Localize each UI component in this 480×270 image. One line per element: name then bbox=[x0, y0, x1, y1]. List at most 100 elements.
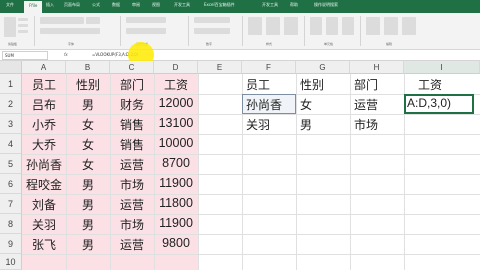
cell-c7[interactable]: 运营 bbox=[110, 196, 154, 213]
align-top-buttons[interactable] bbox=[126, 17, 166, 23]
cell-g2[interactable]: 女 bbox=[300, 96, 312, 113]
tab-file[interactable]: 文件 bbox=[6, 2, 14, 8]
cell-b6[interactable]: 男 bbox=[66, 176, 110, 193]
row-header-7[interactable]: 7 bbox=[0, 194, 22, 214]
cell-h1[interactable]: 部门 bbox=[354, 76, 378, 93]
cell-b2[interactable]: 男 bbox=[66, 96, 110, 113]
cell-d6[interactable]: 11900 bbox=[154, 176, 198, 190]
col-header-g[interactable]: G bbox=[296, 61, 350, 74]
cell-a6[interactable]: 程咬金 bbox=[22, 176, 66, 193]
cell-f1[interactable]: 员工 bbox=[246, 76, 270, 93]
cell-f2[interactable]: 孙尚香 bbox=[246, 96, 282, 113]
cell-i2-editing[interactable]: A:D,3,0) bbox=[407, 96, 451, 110]
tab-search[interactable]: 操作说明搜索 bbox=[314, 2, 338, 8]
copy-icon[interactable] bbox=[18, 24, 28, 27]
fx-icon[interactable]: fx bbox=[64, 52, 68, 57]
font-style-buttons[interactable] bbox=[40, 28, 100, 34]
cell-c4[interactable]: 销售 bbox=[110, 136, 154, 153]
cell-b8[interactable]: 男 bbox=[66, 216, 110, 233]
cell-c5[interactable]: 运营 bbox=[110, 156, 154, 173]
cell-f3[interactable]: 关羽 bbox=[246, 116, 270, 133]
row-header-3[interactable]: 3 bbox=[0, 114, 22, 134]
cell-d7[interactable]: 11800 bbox=[154, 196, 198, 210]
cell-c8[interactable]: 市场 bbox=[110, 216, 154, 233]
cell-c3[interactable]: 销售 bbox=[110, 116, 154, 133]
col-header-e[interactable]: E bbox=[198, 61, 242, 74]
col-header-a[interactable]: A bbox=[22, 61, 66, 74]
sort-filter-icon[interactable] bbox=[384, 17, 398, 35]
row-header-5[interactable]: 5 bbox=[0, 154, 22, 174]
row-header-2[interactable]: 2 bbox=[0, 94, 22, 114]
col-header-f[interactable]: F bbox=[242, 61, 296, 74]
cell-b4[interactable]: 女 bbox=[66, 136, 110, 153]
cell-a8[interactable]: 关羽 bbox=[22, 216, 66, 233]
format-painter-icon[interactable] bbox=[18, 30, 28, 33]
tab-home[interactable]: Ffile bbox=[24, 1, 43, 13]
row-header-6[interactable]: 6 bbox=[0, 174, 22, 194]
row-header-1[interactable]: 1 bbox=[0, 74, 22, 94]
cell-d4[interactable]: 10000 bbox=[154, 136, 198, 150]
cell-a4[interactable]: 大乔 bbox=[22, 136, 66, 153]
worksheet-grid[interactable]: A B C D E F G H I 1 2 3 4 5 6 7 8 9 10 员… bbox=[0, 61, 480, 270]
cell-g3[interactable]: 男 bbox=[300, 116, 312, 133]
cell-a7[interactable]: 刘备 bbox=[22, 196, 66, 213]
cell-h2[interactable]: 运营 bbox=[354, 96, 378, 113]
tab-view[interactable]: 视图 bbox=[152, 2, 160, 8]
cell-d2[interactable]: 12000 bbox=[154, 96, 198, 110]
row-header-8[interactable]: 8 bbox=[0, 214, 22, 234]
cell-a1[interactable]: 员工 bbox=[22, 76, 66, 93]
insert-cells-icon[interactable] bbox=[310, 17, 322, 35]
cell-g1[interactable]: 性别 bbox=[300, 76, 324, 93]
number-format-select[interactable] bbox=[194, 17, 230, 23]
cell-b7[interactable]: 男 bbox=[66, 196, 110, 213]
align-bottom-buttons[interactable] bbox=[126, 28, 166, 34]
cell-b3[interactable]: 女 bbox=[66, 116, 110, 133]
tab-help[interactable]: 帮助 bbox=[290, 2, 298, 8]
cell-c9[interactable]: 运营 bbox=[110, 236, 154, 253]
cell-d8[interactable]: 11900 bbox=[154, 216, 198, 230]
tab-formulas[interactable]: 公式 bbox=[92, 2, 100, 8]
font-name-select[interactable] bbox=[40, 17, 84, 24]
tab-review[interactable]: 审阅 bbox=[132, 2, 140, 8]
tab-developer[interactable]: 开发工具 bbox=[174, 2, 190, 8]
cell-c6[interactable]: 市场 bbox=[110, 176, 154, 193]
cell-b5[interactable]: 女 bbox=[66, 156, 110, 173]
cell-c1[interactable]: 部门 bbox=[110, 76, 154, 93]
number-format-buttons[interactable] bbox=[194, 28, 230, 34]
col-header-i[interactable]: I bbox=[404, 61, 480, 74]
cell-a5[interactable]: 孙尚香 bbox=[22, 156, 66, 173]
cell-b1[interactable]: 性别 bbox=[66, 76, 110, 93]
tab-page-layout[interactable]: 页面布局 bbox=[64, 2, 80, 8]
row-header-9[interactable]: 9 bbox=[0, 234, 22, 254]
col-header-c[interactable]: C bbox=[110, 61, 154, 74]
font-size-select[interactable] bbox=[86, 17, 100, 24]
format-table-icon[interactable] bbox=[266, 17, 280, 35]
col-header-b[interactable]: B bbox=[66, 61, 110, 74]
conditional-format-icon[interactable] bbox=[248, 17, 262, 35]
cell-a9[interactable]: 张飞 bbox=[22, 236, 66, 253]
cell-i1[interactable]: 工资 bbox=[418, 76, 442, 93]
find-select-icon[interactable] bbox=[402, 17, 416, 35]
paste-icon[interactable] bbox=[4, 17, 16, 37]
cell-d1[interactable]: 工资 bbox=[154, 76, 198, 93]
cell-a2[interactable]: 吕布 bbox=[22, 96, 66, 113]
cell-styles-icon[interactable] bbox=[284, 17, 298, 35]
cell-b9[interactable]: 男 bbox=[66, 236, 110, 253]
cell-h3[interactable]: 市场 bbox=[354, 116, 378, 133]
col-header-h[interactable]: H bbox=[350, 61, 404, 74]
cell-d5[interactable]: 8700 bbox=[154, 156, 198, 170]
format-cells-icon[interactable] bbox=[342, 17, 354, 35]
col-header-d[interactable]: D bbox=[154, 61, 198, 74]
tab-developer-2[interactable]: 开发工具 bbox=[262, 2, 278, 8]
cell-a3[interactable]: 小乔 bbox=[22, 116, 66, 133]
select-all-corner[interactable] bbox=[0, 61, 22, 74]
tab-data[interactable]: 数据 bbox=[112, 2, 120, 8]
cell-d9[interactable]: 9800 bbox=[154, 236, 198, 250]
tab-plugin[interactable]: Excel百宝箱插件 bbox=[204, 2, 235, 8]
cut-icon[interactable] bbox=[18, 18, 28, 21]
cell-c2[interactable]: 财务 bbox=[110, 96, 154, 113]
name-box[interactable]: SUM bbox=[2, 51, 48, 60]
autosum-icon[interactable] bbox=[366, 17, 380, 35]
tab-insert[interactable]: 插入 bbox=[46, 2, 54, 8]
row-header-10[interactable]: 10 bbox=[0, 254, 22, 270]
